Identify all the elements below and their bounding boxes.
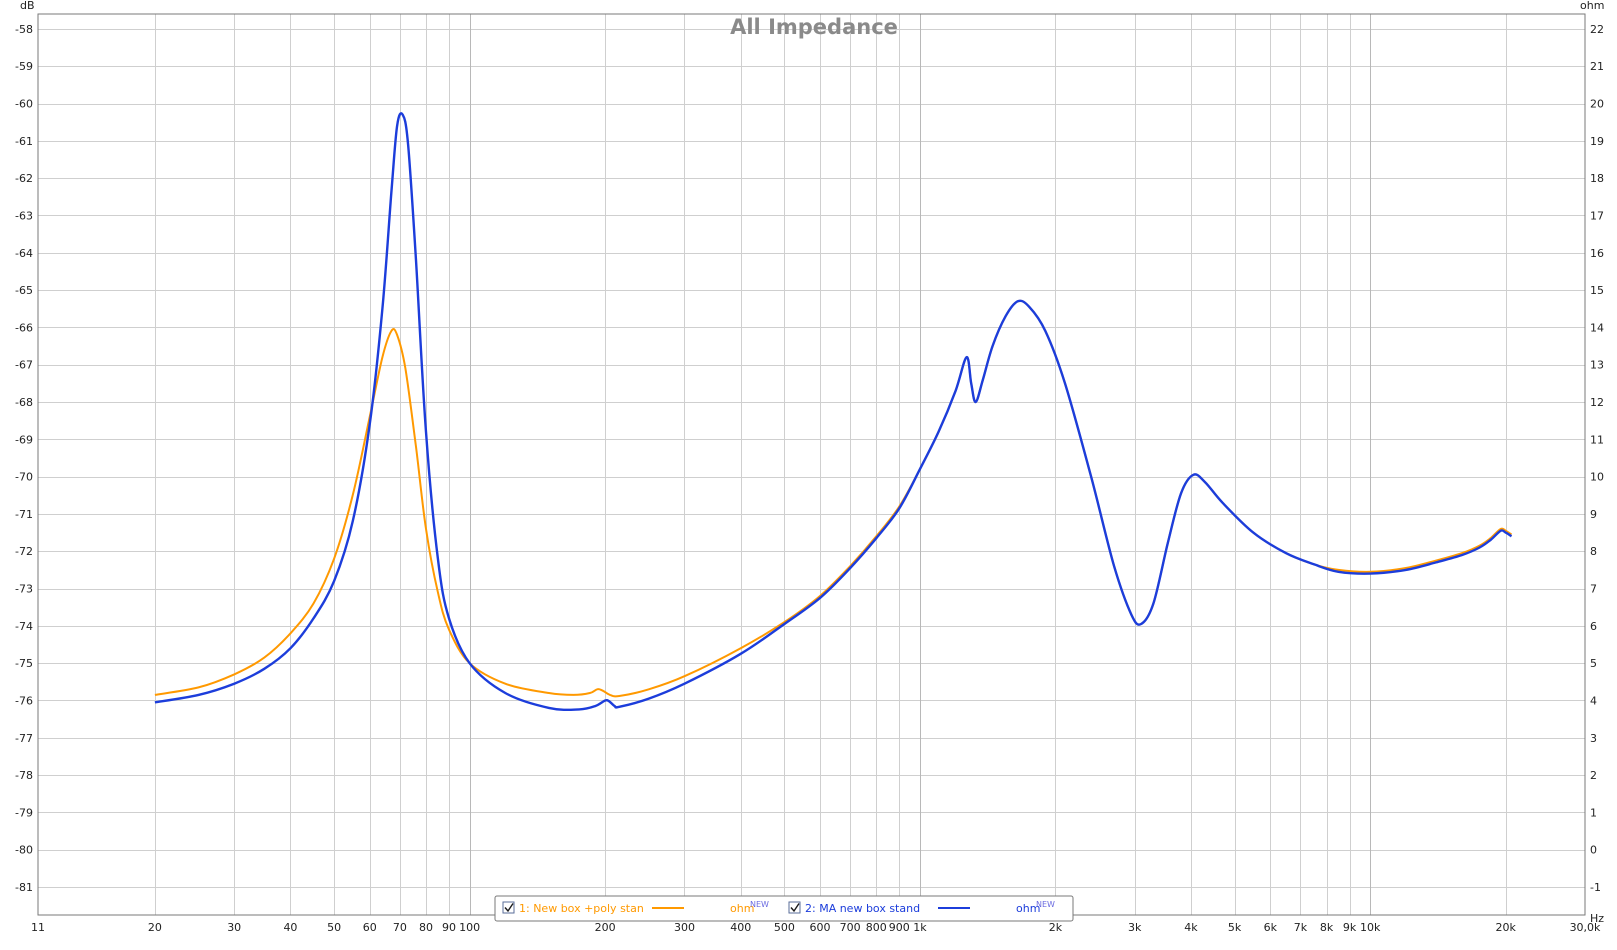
left-tick-label: -80 [15,844,33,857]
right-tick-label: 6 [1590,620,1597,633]
impedance-chart: -58 -59 -60 -61 -62 -63 -64 -65 -66 -67 -68 -69 -70 -… [0,0,1617,950]
left-tick-label: -75 [15,657,33,670]
right-tick-label: 14 [1590,321,1604,334]
right-tick-label: 19 [1590,135,1604,148]
left-tick-label: -73 [15,583,33,596]
x-axis-unit: Hz [1590,912,1604,925]
x-tick-label: 400 [730,921,751,934]
left-axis-unit: dB [20,0,35,12]
left-tick-label: -71 [15,508,33,521]
x-tick-label: 800 [866,921,887,934]
right-tick-label: 1 [1590,806,1597,819]
right-tick-label: 0 [1590,844,1597,857]
x-tick-label: 600 [810,921,831,934]
right-tick-label: 17 [1590,209,1604,222]
left-tick-label: -64 [15,247,33,260]
x-tick-label: 6k [1264,921,1278,934]
left-tick-label: -58 [15,23,33,36]
x-tick-label: 20 [148,921,162,934]
legend: 1: New box +poly stan ohmNEW 2: MA new box… [494,895,1074,922]
legend-series-name-1: 1: New box +poly stan [519,902,644,915]
x-tick-label: 10k [1360,921,1381,934]
left-tick-label: -66 [15,321,33,334]
x-tick-label: 200 [595,921,616,934]
chart-title: All Impedance [730,15,898,39]
x-tick-label: 70 [393,921,407,934]
right-axis-unit: ohm [1580,0,1604,12]
left-tick-label: -59 [15,60,33,73]
x-tick-label: 7k [1294,921,1308,934]
x-tick-label: 60 [363,921,377,934]
right-tick-label: -1 [1590,881,1601,894]
x-tick-label: 5k [1228,921,1242,934]
x-tick-label: 700 [840,921,861,934]
left-tick-label: -63 [15,209,33,222]
left-tick-label: -62 [15,172,33,185]
legend-series-badge-1: NEW [750,900,769,909]
right-tick-label: 9 [1590,508,1597,521]
x-tick-label: 90 [442,921,456,934]
left-tick-label: -69 [15,433,33,446]
left-tick-label: -77 [15,732,33,745]
right-tick-label: 7 [1590,583,1597,596]
x-tick-label: 100 [459,921,480,934]
x-tick-label: 300 [674,921,695,934]
left-tick-label: -60 [15,98,33,111]
right-tick-label: 22 [1590,23,1604,36]
right-tick-label: 5 [1590,657,1597,670]
x-tick-label: 8k [1320,921,1334,934]
legend-series-name-2: 2: MA new box stand [805,902,920,915]
right-tick-label: 10 [1590,471,1604,484]
x-tick-label: 30 [227,921,241,934]
left-tick-label: -65 [15,284,33,297]
x-tick-label: 40 [283,921,297,934]
right-tick-label: 3 [1590,732,1597,745]
right-tick-label: 12 [1590,396,1604,409]
x-tick-label: 3k [1128,921,1142,934]
right-tick-label: 21 [1590,60,1604,73]
left-tick-label: -76 [15,694,33,707]
x-tick-label: 20k [1496,921,1517,934]
right-tick-label: 2 [1590,769,1597,782]
left-tick-label: -72 [15,545,33,558]
right-tick-label: 15 [1590,284,1604,297]
left-tick-label: -81 [15,881,33,894]
x-tick-label: 1k [913,921,927,934]
x-tick-label: 2k [1049,921,1063,934]
x-tick-label: 80 [419,921,433,934]
left-tick-label: -78 [15,769,33,782]
x-tick-label: 11 [31,921,45,934]
right-tick-label: 16 [1590,247,1604,260]
x-tick-label: 50 [327,921,341,934]
chart-background [0,0,1617,950]
right-tick-label: 8 [1590,545,1597,558]
legend-series-badge-2: NEW [1036,900,1055,909]
right-tick-label: 4 [1590,694,1597,707]
right-tick-label: 11 [1590,433,1604,446]
right-tick-label: 20 [1590,98,1604,111]
left-tick-label: -74 [15,620,33,633]
x-tick-label: 500 [774,921,795,934]
x-tick-label: 9k [1343,921,1357,934]
right-tick-label: 13 [1590,359,1604,372]
left-tick-label: -67 [15,359,33,372]
left-tick-label: -61 [15,135,33,148]
left-tick-label: -70 [15,471,33,484]
right-tick-label: 18 [1590,172,1604,185]
x-tick-label: 4k [1184,921,1198,934]
x-tick-label: 900 [889,921,910,934]
left-tick-label: -79 [15,806,33,819]
left-tick-label: -68 [15,396,33,409]
